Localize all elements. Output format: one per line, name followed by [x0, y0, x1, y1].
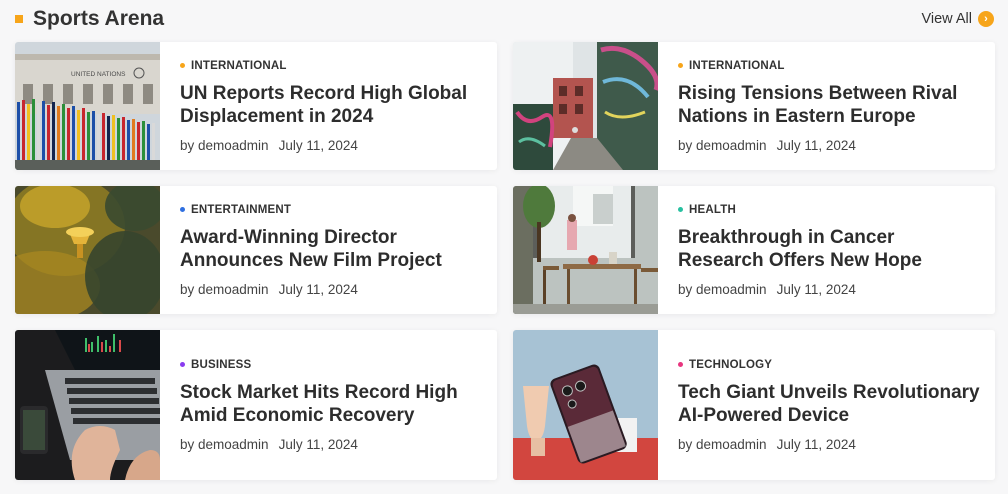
- article-meta: by demoadmin July 11, 2024: [678, 437, 981, 452]
- article-body: TECHNOLOGY Tech Giant Unveils Revolution…: [678, 330, 981, 480]
- category-dot-icon: [180, 63, 185, 68]
- article-thumbnail-phone[interactable]: [513, 330, 658, 480]
- article-card[interactable]: TECHNOLOGY Tech Giant Unveils Revolution…: [513, 330, 995, 480]
- article-category[interactable]: INTERNATIONAL: [678, 60, 981, 72]
- article-title[interactable]: UN Reports Record High Global Displaceme…: [180, 82, 483, 128]
- article-meta: by demoadmin July 11, 2024: [180, 138, 483, 153]
- article-author[interactable]: by demoadmin: [678, 282, 767, 297]
- category-dot-icon: [678, 63, 683, 68]
- category-label: INTERNATIONAL: [689, 59, 785, 72]
- article-meta: by demoadmin July 11, 2024: [678, 138, 981, 153]
- category-label: TECHNOLOGY: [689, 358, 773, 371]
- article-category[interactable]: INTERNATIONAL: [180, 60, 483, 72]
- article-author[interactable]: by demoadmin: [180, 138, 269, 153]
- article-meta: by demoadmin July 11, 2024: [180, 437, 483, 452]
- article-body: INTERNATIONAL Rising Tensions Between Ri…: [678, 42, 981, 170]
- article-date: July 11, 2024: [278, 281, 358, 297]
- article-body: ENTERTAINMENT Award-Winning Director Ann…: [180, 186, 483, 314]
- article-card[interactable]: HEALTH Breakthrough in Cancer Research O…: [513, 186, 995, 314]
- article-thumbnail-street[interactable]: [513, 42, 658, 170]
- article-card[interactable]: INTERNATIONAL Rising Tensions Between Ri…: [513, 42, 995, 170]
- category-dot-icon: [180, 362, 185, 367]
- article-body: INTERNATIONAL UN Reports Record High Glo…: [180, 42, 483, 170]
- article-category[interactable]: ENTERTAINMENT: [180, 204, 483, 216]
- category-dot-icon: [180, 207, 185, 212]
- view-all-label: View All: [921, 11, 972, 27]
- article-meta: by demoadmin July 11, 2024: [180, 282, 483, 297]
- article-card[interactable]: UNITED NATIONS INTERNATIONAL UN Reports …: [15, 42, 497, 170]
- section-header: Sports Arena View All ›: [14, 6, 994, 34]
- article-body: HEALTH Breakthrough in Cancer Research O…: [678, 186, 981, 314]
- article-thumbnail-laptop[interactable]: [15, 330, 160, 480]
- article-title[interactable]: Tech Giant Unveils Revolutionary AI-Powe…: [678, 381, 981, 427]
- article-author[interactable]: by demoadmin: [678, 138, 767, 153]
- chevron-right-icon: ›: [978, 11, 994, 27]
- article-card[interactable]: BUSINESS Stock Market Hits Record High A…: [15, 330, 497, 480]
- article-date: July 11, 2024: [776, 137, 856, 153]
- category-label: BUSINESS: [191, 358, 252, 371]
- article-category[interactable]: BUSINESS: [180, 359, 483, 371]
- article-author[interactable]: by demoadmin: [180, 437, 269, 452]
- section-title: Sports Arena: [33, 7, 165, 30]
- category-label: INTERNATIONAL: [191, 59, 287, 72]
- article-author[interactable]: by demoadmin: [180, 282, 269, 297]
- article-author[interactable]: by demoadmin: [678, 437, 767, 452]
- article-date: July 11, 2024: [776, 281, 856, 297]
- article-category[interactable]: TECHNOLOGY: [678, 359, 981, 371]
- article-title[interactable]: Stock Market Hits Record High Amid Econo…: [180, 381, 483, 427]
- article-title[interactable]: Breakthrough in Cancer Research Offers N…: [678, 226, 981, 272]
- article-thumbnail-un-flags[interactable]: UNITED NATIONS: [15, 42, 160, 170]
- article-date: July 11, 2024: [278, 436, 358, 452]
- article-category[interactable]: HEALTH: [678, 204, 981, 216]
- article-card[interactable]: ENTERTAINMENT Award-Winning Director Ann…: [15, 186, 497, 314]
- category-label: HEALTH: [689, 203, 736, 216]
- article-title[interactable]: Award-Winning Director Announces New Fil…: [180, 226, 483, 272]
- article-title[interactable]: Rising Tensions Between Rival Nations in…: [678, 82, 981, 128]
- category-dot-icon: [678, 362, 683, 367]
- article-thumbnail-smoke[interactable]: [15, 186, 160, 314]
- article-date: July 11, 2024: [776, 436, 856, 452]
- article-meta: by demoadmin July 11, 2024: [678, 282, 981, 297]
- section-accent-marker: [15, 15, 23, 23]
- category-dot-icon: [678, 207, 683, 212]
- article-thumbnail-room[interactable]: [513, 186, 658, 314]
- un-sign-text: UNITED NATIONS: [71, 71, 126, 78]
- view-all-link[interactable]: View All ›: [921, 10, 994, 28]
- article-body: BUSINESS Stock Market Hits Record High A…: [180, 330, 483, 480]
- article-date: July 11, 2024: [278, 137, 358, 153]
- category-label: ENTERTAINMENT: [191, 203, 292, 216]
